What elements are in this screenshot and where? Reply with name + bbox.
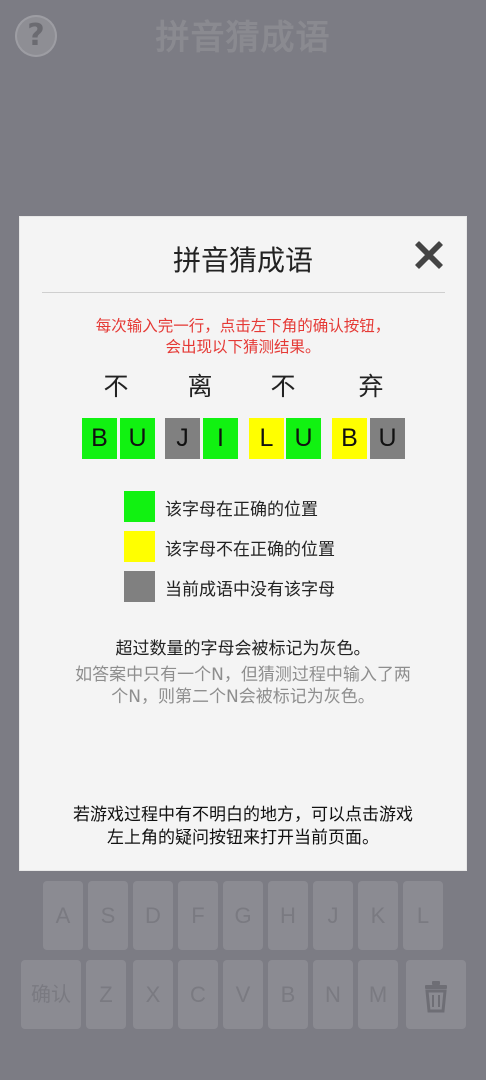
key-h[interactable]: H	[268, 881, 308, 950]
confirm-button[interactable]: 确认	[21, 960, 81, 1029]
hanzi-char: 不	[270, 372, 296, 401]
help-note: 若游戏过程中有不明白的地方，可以点击游戏 左上角的疑问按钮来打开当前页面。	[73, 805, 413, 848]
key-s[interactable]: S	[88, 881, 128, 950]
divider	[42, 292, 445, 293]
close-button[interactable]	[413, 239, 445, 271]
key-m[interactable]: M	[358, 960, 398, 1029]
legend-swatch-gray	[124, 571, 155, 602]
key-n[interactable]: N	[313, 960, 353, 1029]
legend-swatch-yellow	[124, 531, 155, 562]
key-b[interactable]: B	[268, 960, 308, 1029]
example-note: 如答案中只有一个N，但猜测过程中输入了两 个N，则第二个N会被标记为灰色。	[75, 665, 411, 707]
letter-tile-present: L	[249, 418, 284, 459]
key-c[interactable]: C	[178, 960, 218, 1029]
hanzi-char: 弃	[358, 372, 384, 401]
letter-tile-correct: U	[120, 418, 155, 459]
dialog-title: 拼音猜成语	[172, 244, 313, 277]
key-l[interactable]: L	[403, 881, 443, 950]
letter-tile-absent: J	[165, 418, 200, 459]
excess-note: 超过数量的字母会被标记为灰色。	[115, 639, 371, 659]
letter-tile-correct: I	[203, 418, 238, 459]
letter-tile-present: B	[332, 418, 367, 459]
instruction-text: 每次输入完一行，点击左下角的确认按钮， 会出现以下猜测结果。	[95, 317, 391, 356]
key-v[interactable]: V	[223, 960, 263, 1029]
key-g[interactable]: G	[223, 881, 263, 950]
key-d[interactable]: D	[133, 881, 173, 950]
top-bar: ? 拼音猜成语	[0, 0, 486, 70]
legend-swatch-green	[124, 491, 155, 522]
letter-tile-absent: U	[370, 418, 405, 459]
letter-tile-correct: B	[82, 418, 117, 459]
hanzi-char: 不	[103, 372, 129, 401]
delete-button[interactable]	[406, 960, 466, 1029]
help-dialog: 拼音猜成语 每次输入完一行，点击左下角的确认按钮， 会出现以下猜测结果。 不 离…	[20, 217, 466, 870]
key-x[interactable]: X	[133, 960, 173, 1029]
key-k[interactable]: K	[358, 881, 398, 950]
hanzi-char: 离	[187, 372, 213, 401]
close-icon	[415, 241, 443, 269]
key-j[interactable]: J	[313, 881, 353, 950]
app-title: 拼音猜成语	[155, 18, 331, 58]
trash-icon	[425, 981, 447, 1013]
key-z[interactable]: Z	[86, 960, 126, 1029]
key-f[interactable]: F	[178, 881, 218, 950]
letter-tile-correct: U	[286, 418, 321, 459]
example-hanzi-row: 不 离 不 弃	[20, 367, 466, 407]
key-a[interactable]: A	[43, 881, 83, 950]
